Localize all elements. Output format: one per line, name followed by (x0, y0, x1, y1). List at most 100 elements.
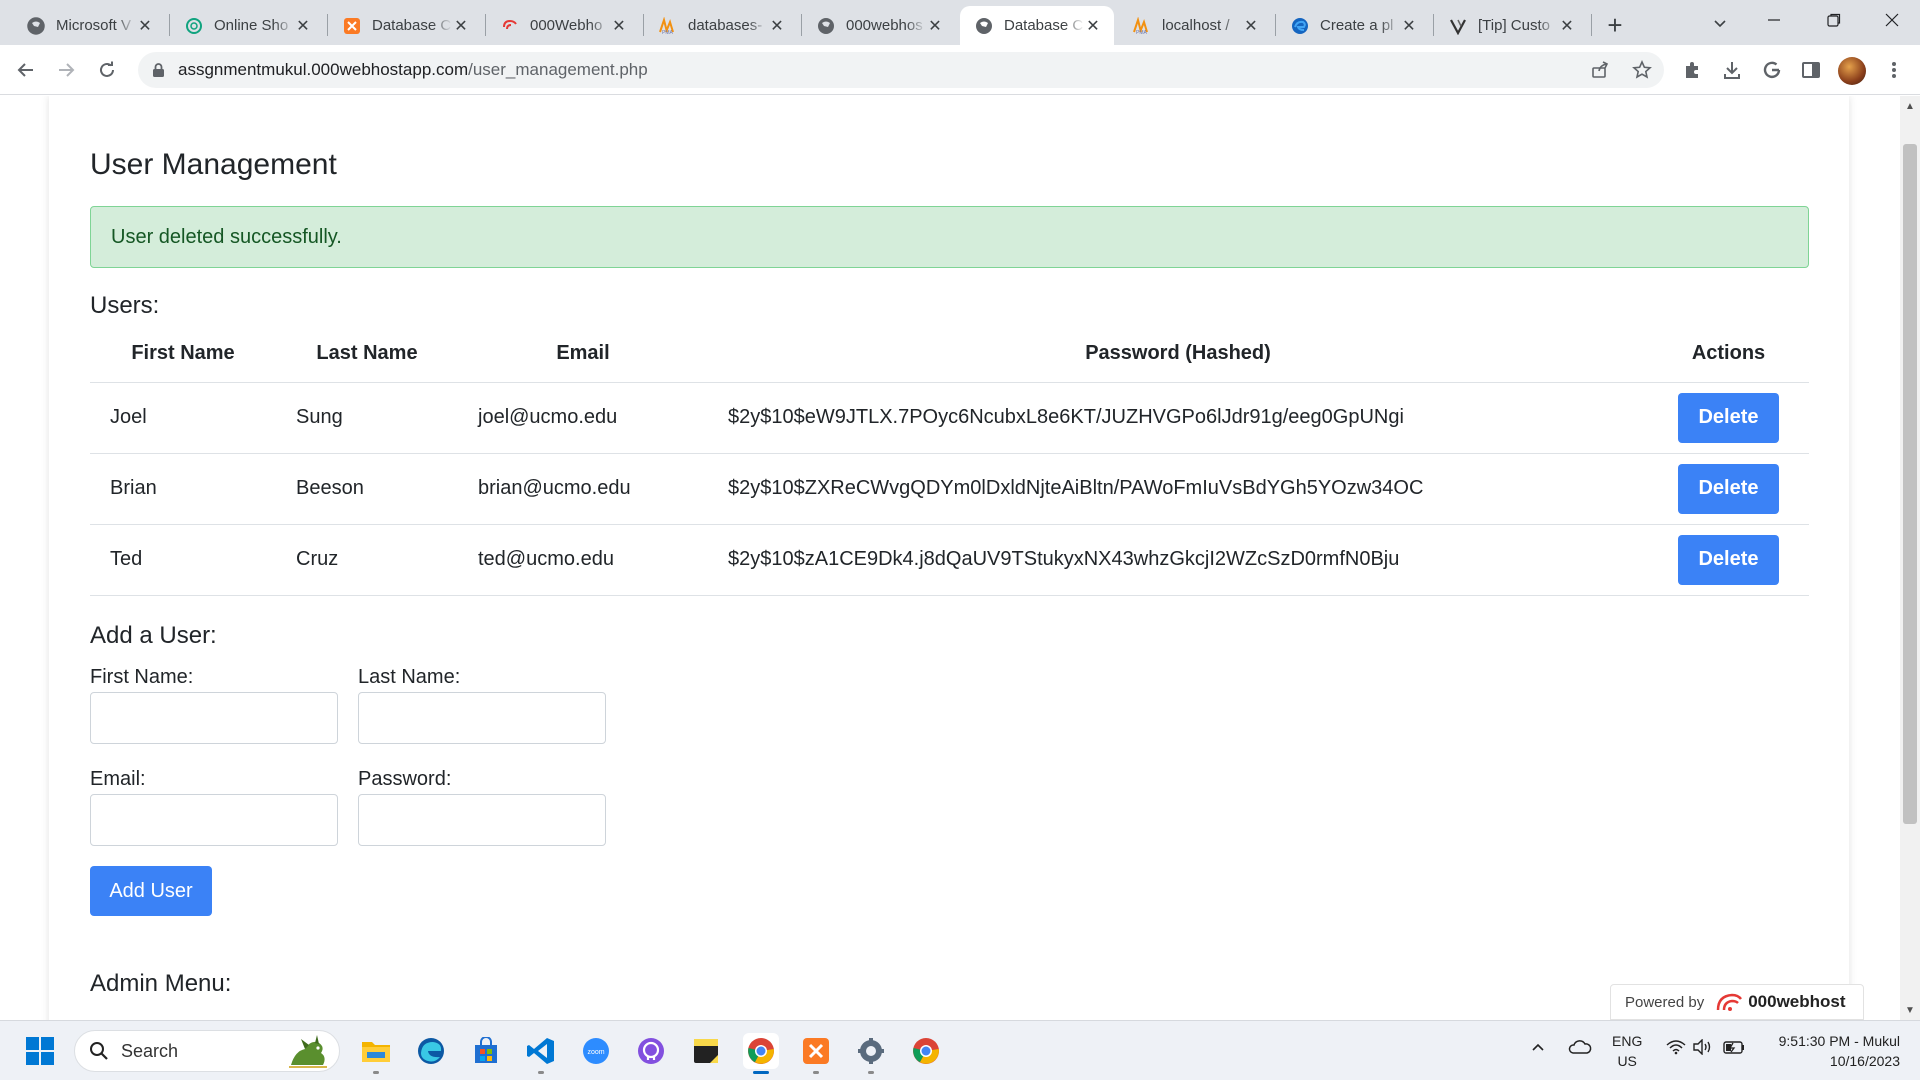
download-icon[interactable] (1720, 58, 1744, 82)
google-icon[interactable] (1760, 58, 1784, 82)
language-indicator[interactable]: ENG US (1612, 1031, 1642, 1071)
tab-title: Create a pl (1320, 17, 1394, 34)
reload-icon (100, 61, 114, 77)
arrow-left-icon (17, 63, 33, 77)
add-user-button[interactable]: Add User (90, 866, 212, 916)
first-name-cell: Joel (90, 382, 276, 454)
first-name-input[interactable] (90, 692, 338, 744)
close-icon[interactable]: ✕ (1558, 17, 1576, 35)
windows-taskbar: Search zoom ENG US 9:51:30 PM - Mukul 10… (0, 1020, 1920, 1080)
edge-icon (1290, 16, 1310, 36)
settings-icon[interactable] (853, 1033, 889, 1074)
powered-by-brand: 000webhost (1748, 992, 1846, 1011)
restore-button[interactable] (1806, 0, 1862, 40)
edge-icon[interactable] (413, 1033, 449, 1069)
close-icon[interactable]: ✕ (294, 17, 312, 35)
browser-tab[interactable]: Create a pl ✕ (1276, 6, 1430, 45)
scroll-thumb[interactable] (1903, 144, 1917, 824)
browser-tab[interactable]: Microsoft V ✕ (12, 6, 166, 45)
minimize-button[interactable] (1746, 0, 1802, 40)
table-row: Brian Beeson brian@ucmo.edu $2y$10$ZXReC… (90, 453, 1809, 525)
close-icon[interactable]: ✕ (1400, 17, 1418, 35)
url-domain: assgnmentmukul.000webhostapp.com (178, 60, 469, 79)
sticky-notes-icon[interactable] (688, 1033, 724, 1069)
email-label: Email: (90, 768, 146, 790)
tab-title: localhost / (1162, 17, 1230, 34)
page-scrollbar[interactable]: ▲ ▼ (1900, 96, 1920, 1020)
lock-icon[interactable] (150, 62, 166, 78)
delete-user-button[interactable]: Delete (1678, 534, 1779, 585)
url-text: assgnmentmukul.000webhostapp.com/user_ma… (178, 60, 648, 80)
back-button[interactable] (10, 54, 42, 86)
email-input[interactable] (90, 794, 338, 846)
github-icon[interactable] (633, 1033, 669, 1069)
browser-tab[interactable]: PMA localhost / ✕ (1118, 6, 1272, 45)
bookmark-star-icon[interactable] (1632, 60, 1652, 80)
taskbar-search-box[interactable]: Search (74, 1030, 340, 1072)
close-window-button[interactable] (1864, 0, 1920, 40)
scroll-up-arrow-icon[interactable]: ▲ (1900, 96, 1920, 116)
browser-tab[interactable]: Database C ✕ (328, 6, 482, 45)
browser-tab[interactable]: 000Webho ✕ (486, 6, 640, 45)
chrome-icon[interactable] (743, 1033, 779, 1074)
vscode-icon[interactable] (523, 1033, 559, 1074)
globe-icon (26, 16, 46, 36)
tab-title: 000webhos (846, 17, 923, 34)
close-icon (1885, 13, 1899, 27)
browser-tab[interactable]: [Tip] Custo ✕ (1434, 6, 1588, 45)
browser-tab-active[interactable]: Database C ✕ (960, 6, 1114, 45)
last-name-label: Last Name: (358, 666, 461, 688)
onedrive-icon[interactable] (1568, 1039, 1592, 1055)
openai-icon (184, 16, 204, 36)
system-clock[interactable]: 9:51:30 PM - Mukul 10/16/2023 (1740, 1031, 1900, 1071)
address-bar[interactable]: assgnmentmukul.000webhostapp.com/user_ma… (138, 52, 1664, 88)
tab-strip: Microsoft V ✕ Online Sho ✕ Database C ✕ … (0, 0, 1920, 45)
add-user-heading: Add a User: (90, 622, 217, 649)
windows-start-icon[interactable] (26, 1037, 54, 1065)
chevron-down-icon (1714, 20, 1726, 28)
file-explorer-icon[interactable] (358, 1033, 394, 1074)
password-hash-cell: $2y$10$ZXReCWvgQDYm0lDxldNjteAiBltn/PAWo… (708, 453, 1648, 525)
reload-button[interactable] (91, 54, 123, 86)
delete-user-button[interactable]: Delete (1678, 392, 1779, 443)
close-icon[interactable]: ✕ (926, 17, 944, 35)
volume-icon[interactable] (1692, 1039, 1714, 1055)
scroll-down-arrow-icon[interactable]: ▼ (1900, 1000, 1920, 1020)
wifi-icon[interactable] (1666, 1039, 1686, 1055)
zoom-icon[interactable]: zoom (578, 1033, 614, 1069)
tab-search-button[interactable] (1705, 8, 1735, 38)
close-icon[interactable]: ✕ (452, 17, 470, 35)
chevron-up-icon[interactable] (1530, 1039, 1546, 1055)
store-icon[interactable] (468, 1033, 504, 1069)
extensions-icon[interactable] (1680, 58, 1704, 82)
close-icon[interactable]: ✕ (768, 17, 786, 35)
last-name-input[interactable] (358, 692, 606, 744)
tab-title: databases- (688, 17, 763, 34)
side-panel-icon[interactable] (1799, 58, 1823, 82)
first-name-label: First Name: (90, 666, 194, 688)
browser-tab[interactable]: Online Sho ✕ (170, 6, 324, 45)
first-name-cell: Ted (90, 524, 276, 596)
close-icon[interactable]: ✕ (610, 17, 628, 35)
email-cell: ted@ucmo.edu (458, 524, 708, 596)
password-label: Password: (358, 768, 452, 790)
profile-avatar[interactable] (1838, 57, 1866, 85)
delete-user-button[interactable]: Delete (1678, 463, 1779, 514)
powered-by-badge[interactable]: Powered by 000webhost (1610, 984, 1864, 1020)
password-input[interactable] (358, 794, 606, 846)
users-table: First Name Last Name Email Password (Has… (90, 326, 1809, 596)
close-icon[interactable]: ✕ (1084, 17, 1102, 35)
chrome-icon[interactable] (908, 1033, 944, 1069)
forward-button[interactable] (50, 54, 82, 86)
browser-tab[interactable]: PMA databases- ✕ (644, 6, 798, 45)
first-name-cell: Brian (90, 453, 276, 525)
xampp-icon (342, 16, 362, 36)
page-viewport: User Management User deleted successfull… (0, 96, 1900, 1020)
menu-icon[interactable] (1882, 58, 1906, 82)
browser-tab[interactable]: 000webhos ✕ (802, 6, 956, 45)
new-tab-button[interactable]: + (1598, 8, 1632, 42)
share-icon[interactable] (1590, 60, 1610, 80)
close-icon[interactable]: ✕ (136, 17, 154, 35)
xampp-icon[interactable] (798, 1033, 834, 1074)
close-icon[interactable]: ✕ (1242, 17, 1260, 35)
